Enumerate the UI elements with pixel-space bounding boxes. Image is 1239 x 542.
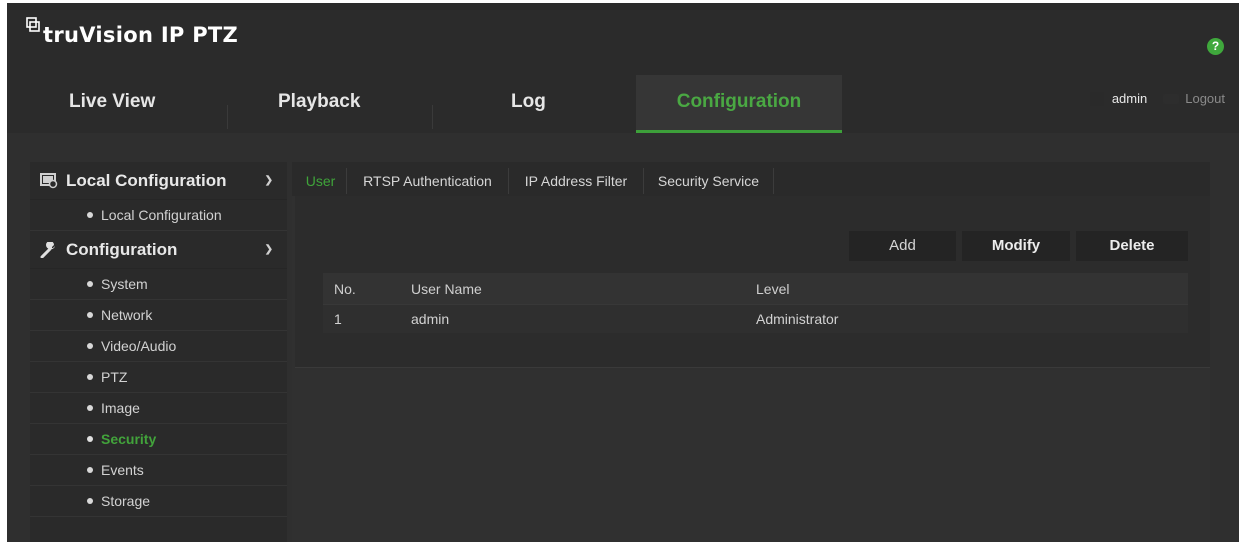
tab-security-service[interactable]: Security Service [644,166,773,196]
bullet-icon [87,498,93,504]
column-header-level: Level [756,280,790,297]
sidebar-item-storage[interactable]: Storage [30,486,287,517]
nav-log[interactable]: Log [511,75,546,133]
column-header-no: No. [334,280,356,297]
user-area: admin Logout [1089,91,1225,106]
sidebar-item-video-audio[interactable]: Video/Audio [30,331,287,362]
tab-user[interactable]: User [295,166,346,196]
cell-user-name: admin [411,311,450,327]
nav-divider [227,105,228,129]
sidebar-item-network[interactable]: Network [30,300,287,331]
sidebar-item-label: Video/Audio [101,338,177,354]
current-user: admin [1111,91,1148,106]
nav-divider [432,105,433,129]
sidebar-item-label: PTZ [101,369,128,385]
chevron-down-icon[interactable]: ❯ [265,244,273,255]
app-window: truVision IP PTZ ? Live View Playback Lo… [7,3,1239,542]
nav-playback[interactable]: Playback [278,75,360,133]
bullet-icon [87,343,93,349]
logo-mark-icon [26,17,40,32]
bullet-icon [87,212,93,218]
sidebar-group-label: Configuration [66,239,178,259]
cell-level: Administrator [756,311,839,327]
computer-settings-icon [40,172,58,188]
cell-no: 1 [334,311,342,327]
bullet-icon [87,281,93,287]
bullet-icon [87,405,93,411]
main-nav: Live View Playback Log Configuration [7,75,1239,133]
bullet-icon [87,467,93,473]
sidebar-item-label: Events [101,462,144,478]
tab-ip-address-filter[interactable]: IP Address Filter [509,166,643,196]
sidebar-item-label: Image [101,400,140,416]
logo: truVision IP PTZ [25,17,239,47]
header: truVision IP PTZ ? Live View Playback Lo… [7,3,1239,133]
bullet-icon [87,374,93,380]
bullet-icon [87,312,93,318]
wrench-icon [40,241,55,258]
column-header-user-name: User Name [411,280,482,297]
table-row[interactable]: 1 admin Administrator [323,304,1188,333]
logout-icon[interactable] [1163,93,1180,104]
tab-bar: User RTSP Authentication IP Address Filt… [292,162,1210,196]
sidebar-item-ptz[interactable]: PTZ [30,362,287,393]
nav-configuration[interactable]: Configuration [636,75,842,133]
sidebar-item-security[interactable]: Security [30,424,287,455]
sidebar-item-label: Storage [101,493,151,509]
sidebar-group-configuration[interactable]: Configuration ❯ [30,231,287,269]
logout-link[interactable]: Logout [1185,91,1225,106]
sidebar-item-label: Network [101,307,153,323]
sidebar-group-local-configuration[interactable]: Local Configuration ❯ [30,162,287,200]
user-table: No. User Name Level 1 admin Administrato… [323,273,1188,333]
sidebar-item-label: System [101,276,148,292]
user-icon [1089,91,1104,106]
tab-divider [773,168,774,194]
user-panel: Add Modify Delete No. User Name Level 1 … [295,196,1210,368]
sidebar-item-local-configuration[interactable]: Local Configuration [30,200,287,231]
table-header: No. User Name Level [323,273,1188,304]
sidebar-item-label: Local Configuration [101,207,222,223]
nav-live-view[interactable]: Live View [69,75,155,133]
main-content: User RTSP Authentication IP Address Filt… [292,162,1210,542]
delete-button[interactable]: Delete [1076,231,1188,261]
app-title: truVision IP PTZ [43,23,239,47]
sidebar-item-image[interactable]: Image [30,393,287,424]
modify-button[interactable]: Modify [962,231,1070,261]
sidebar-group-label: Local Configuration [66,170,227,190]
sidebar-item-events[interactable]: Events [30,455,287,486]
add-button[interactable]: Add [849,231,956,261]
bullet-icon [87,436,93,442]
sidebar-item-label: Security [101,431,157,447]
sidebar: Local Configuration ❯ Local Configuratio… [30,162,287,542]
sidebar-item-system[interactable]: System [30,269,287,300]
chevron-down-icon[interactable]: ❯ [265,175,273,186]
help-icon[interactable]: ? [1207,38,1224,55]
tab-rtsp-authentication[interactable]: RTSP Authentication [347,166,508,196]
